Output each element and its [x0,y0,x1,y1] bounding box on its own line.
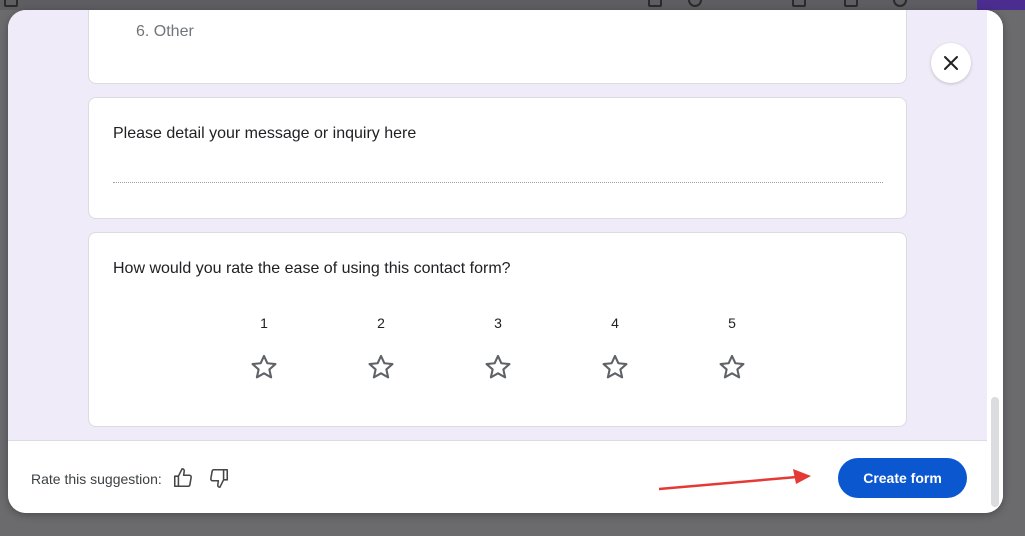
create-form-button[interactable]: Create form [838,458,967,498]
rating-option-3: 3 [478,315,518,381]
scrollbar[interactable] [987,10,1003,513]
toolbar-icon [893,0,907,7]
close-button[interactable] [931,43,971,83]
form-preview-area[interactable]: 6. Other Please detail your message or i… [8,10,987,440]
rating-option-1: 1 [244,315,284,381]
close-icon [944,56,958,70]
option-label: 6. Other [136,23,194,40]
thumbs-down-button[interactable] [208,467,230,489]
answer-input-line[interactable] [113,182,883,183]
rating-label: 2 [377,315,385,331]
question-title: How would you rate the ease of using thi… [113,260,511,277]
thumbs-up-button[interactable] [172,467,194,489]
star-outline-icon[interactable] [718,353,746,381]
account-accent [977,0,1025,10]
toolbar-icon [792,0,806,7]
toolbar-icon [688,0,702,7]
dialog-footer: Rate this suggestion: Create form [8,440,987,513]
rating-option-4: 4 [595,315,635,381]
star-outline-icon[interactable] [250,353,278,381]
form-suggestion-dialog: 6. Other Please detail your message or i… [8,10,1003,513]
top-bar [0,0,1025,10]
thumbs-up-icon [173,468,192,488]
star-outline-icon[interactable] [367,353,395,381]
star-outline-icon[interactable] [601,353,629,381]
rating-label: 1 [260,315,268,331]
annotation-arrow [659,469,811,491]
question-card-rating: How would you rate the ease of using thi… [88,232,907,427]
toolbar-icon [648,0,662,7]
rating-label: 3 [494,315,502,331]
toolbar-icon [844,0,858,7]
rating-label: 4 [611,315,619,331]
question-card-options: 6. Other [88,10,907,84]
toolbar-icon [4,0,18,7]
rating-option-5: 5 [712,315,752,381]
scrollbar-thumb[interactable] [991,397,999,507]
rate-suggestion-label: Rate this suggestion: [31,471,162,487]
rating-label: 5 [728,315,736,331]
star-outline-icon[interactable] [484,353,512,381]
rating-option-2: 2 [361,315,401,381]
question-title: Please detail your message or inquiry he… [113,125,417,142]
question-card-message: Please detail your message or inquiry he… [88,97,907,219]
thumbs-down-icon [210,468,229,488]
